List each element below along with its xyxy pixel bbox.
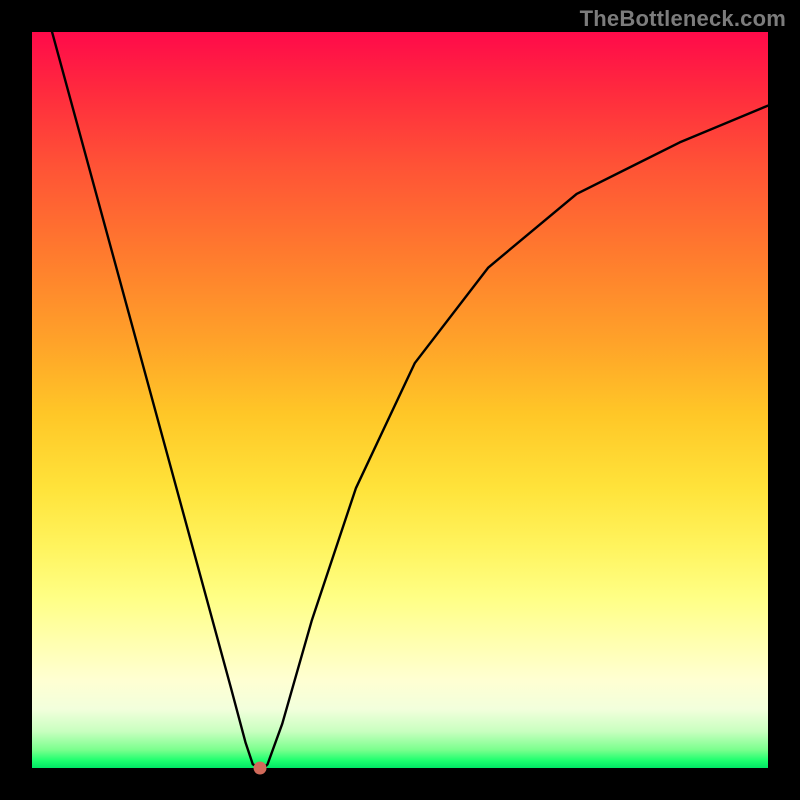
optimum-marker: [254, 762, 267, 775]
bottleneck-curve: [32, 32, 768, 768]
watermark-text: TheBottleneck.com: [580, 6, 786, 32]
chart-frame: TheBottleneck.com: [0, 0, 800, 800]
plot-area: [32, 32, 768, 768]
